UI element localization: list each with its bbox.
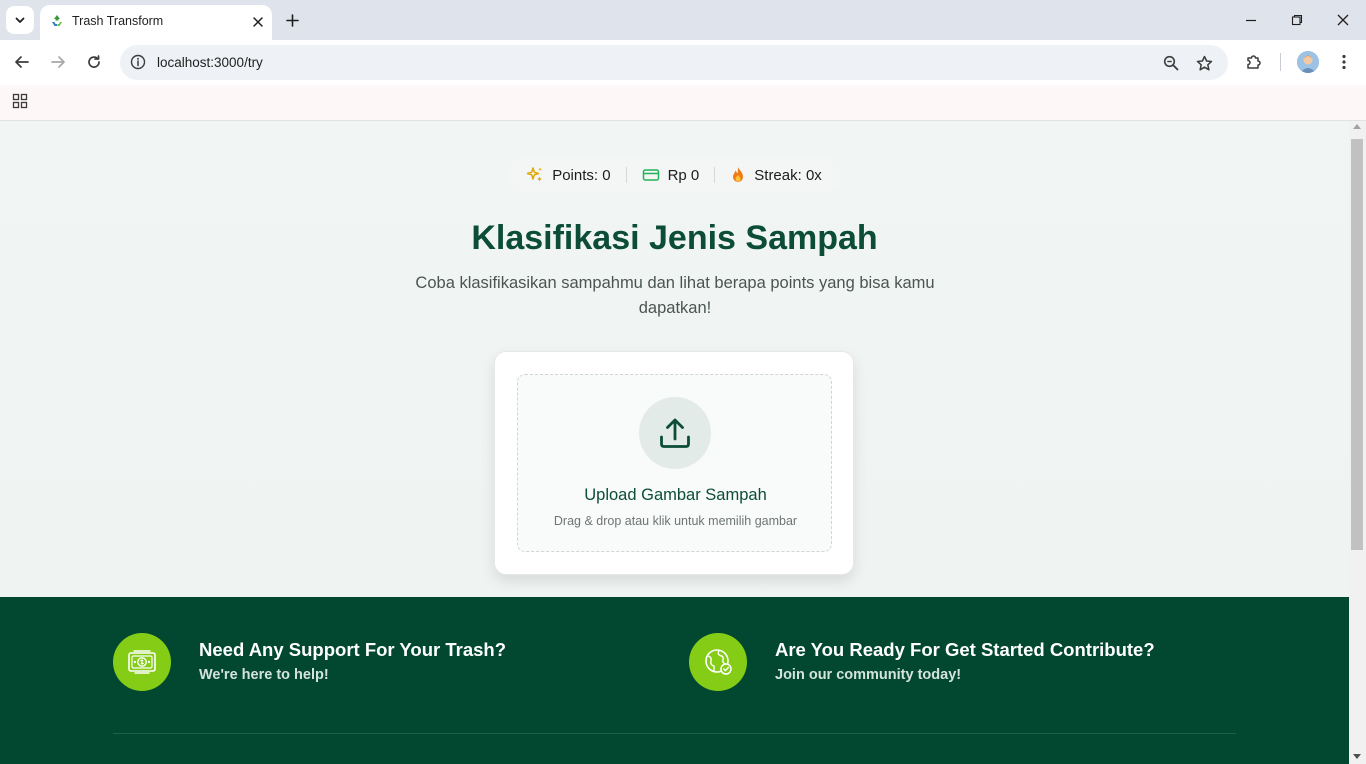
tab-strip: Trash Transform xyxy=(0,0,1366,40)
streak-stat: Streak: 0x xyxy=(730,166,822,184)
scrollbar-thumb[interactable] xyxy=(1351,139,1363,550)
browser-tab[interactable]: Trash Transform xyxy=(40,5,272,40)
bookmarks-bar xyxy=(0,85,1366,121)
money-icon xyxy=(128,650,156,674)
recycle-icon xyxy=(49,13,65,29)
stat-divider xyxy=(714,167,716,183)
restore-button[interactable] xyxy=(1285,8,1309,32)
credit-card-icon xyxy=(642,169,659,181)
scroll-down-arrow-icon[interactable] xyxy=(1353,754,1361,759)
close-icon xyxy=(1337,14,1349,26)
contribute-subtitle: Join our community today! xyxy=(775,667,962,683)
tab-search-button[interactable] xyxy=(6,6,34,34)
plus-icon xyxy=(285,13,299,27)
apps-button[interactable] xyxy=(10,91,30,111)
window-close-button[interactable] xyxy=(1331,8,1355,32)
back-button[interactable] xyxy=(10,50,34,74)
stats-bar: Points: 0 Rp 0 Streak: 0x xyxy=(506,157,842,193)
money-support-icon-circle xyxy=(113,633,171,691)
contribute-title: Are You Ready For Get Started Contribute… xyxy=(775,639,1155,660)
star-icon xyxy=(1196,55,1212,71)
footer: Need Any Support For Your Trash? We're h… xyxy=(0,597,1349,764)
points-stat: Points: 0 xyxy=(526,166,611,184)
toolbar-divider xyxy=(1280,53,1281,71)
globe-contribute-icon-circle xyxy=(689,633,747,691)
sparkles-icon xyxy=(526,167,543,182)
fire-icon xyxy=(733,167,744,182)
arrow-right-icon xyxy=(51,56,65,68)
grid-icon xyxy=(12,93,28,109)
zoom-out-icon xyxy=(1163,55,1179,71)
address-bar[interactable]: localhost:3000/try xyxy=(120,45,1228,80)
new-tab-button[interactable] xyxy=(281,9,303,31)
tab-title: Trash Transform xyxy=(72,14,164,28)
restore-icon xyxy=(1291,14,1303,26)
page-title: Klasifikasi Jenis Sampah xyxy=(471,219,878,257)
page-subtitle: Coba klasifikasikan sampahmu dan lihat b… xyxy=(415,274,935,317)
upload-hint: Drag & drop atau klik untuk memilih gamb… xyxy=(553,514,798,528)
arrow-left-icon xyxy=(15,56,29,68)
points-label: Points: 0 xyxy=(552,166,611,184)
chevron-down-icon xyxy=(15,17,25,23)
zoom-button[interactable] xyxy=(1160,52,1182,74)
forward-button[interactable] xyxy=(46,50,70,74)
streak-label: Streak: 0x xyxy=(754,166,822,184)
support-title: Need Any Support For Your Trash? xyxy=(199,639,506,660)
info-icon xyxy=(130,54,146,70)
close-icon xyxy=(253,17,263,27)
support-subtitle: We're here to help! xyxy=(199,667,329,683)
avatar-image xyxy=(1297,51,1319,73)
minimize-button[interactable] xyxy=(1239,8,1263,32)
upload-icon-circle xyxy=(639,397,711,469)
footer-divider xyxy=(113,733,1236,734)
reload-icon xyxy=(88,55,100,68)
profile-avatar[interactable] xyxy=(1297,51,1319,73)
upload-label: Upload Gambar Sampah xyxy=(584,486,767,504)
page-scrollbar[interactable] xyxy=(1349,121,1366,764)
upload-icon xyxy=(660,418,690,448)
globe-icon xyxy=(705,649,732,675)
bookmark-button[interactable] xyxy=(1193,52,1215,74)
upload-dropzone[interactable]: Upload Gambar Sampah Drag & drop atau kl… xyxy=(517,374,832,552)
stat-divider xyxy=(625,167,627,183)
reload-button[interactable] xyxy=(82,50,106,74)
url-text: localhost:3000/try xyxy=(157,55,263,70)
money-label: Rp 0 xyxy=(667,166,700,184)
site-info-button[interactable] xyxy=(128,52,148,72)
browser-toolbar: localhost:3000/try xyxy=(0,40,1366,85)
puzzle-icon xyxy=(1247,55,1261,69)
tab-close-button[interactable] xyxy=(248,12,268,32)
minimize-icon xyxy=(1246,19,1256,22)
upload-card: Upload Gambar Sampah Drag & drop atau kl… xyxy=(494,351,854,575)
page-viewport: Points: 0 Rp 0 Streak: 0x Klasifikasi Je… xyxy=(0,121,1349,764)
browser-menu-button[interactable] xyxy=(1332,50,1356,74)
scroll-up-arrow-icon[interactable] xyxy=(1353,124,1361,129)
extensions-button[interactable] xyxy=(1242,50,1266,74)
money-stat: Rp 0 xyxy=(642,166,700,184)
more-vertical-icon xyxy=(1342,54,1346,70)
